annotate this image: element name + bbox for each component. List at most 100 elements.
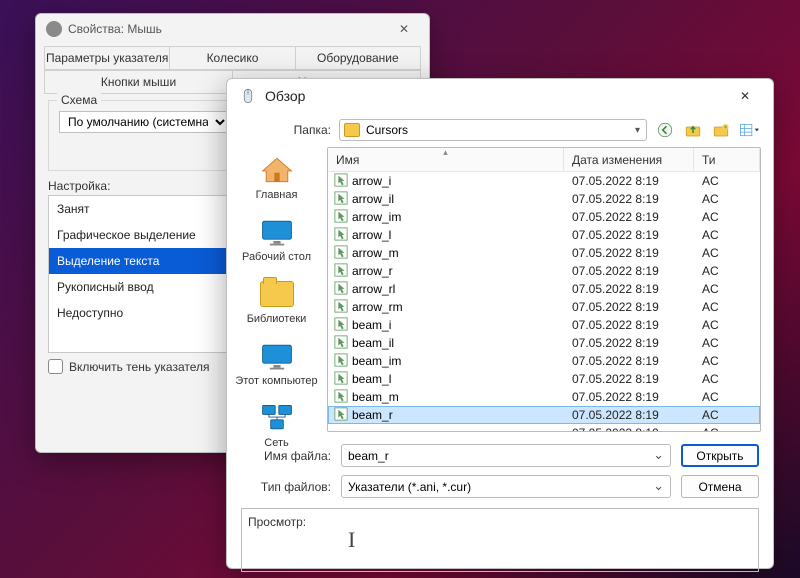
file-row[interactable]: beam_i07.05.2022 8:19AC [328,316,760,334]
file-date: 07.05.2022 8:19 [564,210,694,224]
up-folder-icon[interactable] [683,120,703,140]
file-date: 07.05.2022 8:19 [564,390,694,404]
cursor-file-icon [334,317,348,334]
scheme-group-label: Схема [57,93,101,107]
file-row[interactable]: arrow_m07.05.2022 8:19AC [328,244,760,262]
tab-buttons[interactable]: Кнопки мыши [44,70,233,94]
cursor-file-icon [334,263,348,280]
back-icon[interactable] [655,120,675,140]
file-type: AC [694,354,760,368]
titlebar[interactable]: Свойства: Мышь ✕ [36,14,429,44]
file-type: AC [694,210,760,224]
mouse-icon [239,87,257,105]
ibeam-cursor-icon: I [348,527,355,553]
cursor-file-icon [334,335,348,352]
filetype-select[interactable]: Указатели (*.ani, *.cur) [341,475,671,498]
file-row[interactable]: beam_m 07.05.2022 8:19AC [328,388,760,406]
file-date: 07.05.2022 8:19 [564,174,694,188]
file-name: beam_im [352,354,401,368]
file-name: arrow_i [352,174,391,188]
tab-wheel[interactable]: Колесико [169,46,295,70]
file-row[interactable]: arrow_il07.05.2022 8:19AC [328,190,760,208]
cursor-file-icon [334,245,348,262]
dialog-title: Обзор [265,88,723,104]
shadow-checkbox-label: Включить тень указателя [69,360,210,374]
file-date: 07.05.2022 8:19 [564,282,694,296]
file-type: AC [694,408,760,422]
file-name: beam_m [352,390,399,404]
folder-label: Папка: [241,123,331,137]
folder-value: Cursors [366,123,408,137]
place-home[interactable]: Главная [227,149,326,211]
new-folder-icon[interactable] [711,120,731,140]
file-type: AC [694,336,760,350]
filename-input[interactable]: beam_r [341,444,671,467]
scheme-select[interactable]: По умолчанию (системная) [59,111,229,133]
file-date: 07.05.2022 8:19 [564,408,694,422]
sort-asc-icon: ▴ [443,147,448,158]
preview-area: Просмотр: I [241,508,759,572]
file-row[interactable]: beam_im07.05.2022 8:19AC [328,352,760,370]
file-row[interactable]: arrow_l07.05.2022 8:19AC [328,226,760,244]
file-type: AC [694,282,760,296]
file-open-dialog: Обзор ✕ Папка: Cursors Главная [226,78,774,569]
view-menu-icon[interactable] [739,120,759,140]
cursor-file-icon [334,299,348,316]
file-name: arrow_l [352,228,391,242]
file-type: AC [694,192,760,206]
file-name: beam_il [352,336,394,350]
file-name: arrow_r [352,264,393,278]
cursor-file-icon [334,173,348,190]
folder-icon [344,123,360,137]
cursor-file-icon [334,407,348,424]
file-type: AC [694,246,760,260]
file-row[interactable]: arrow_rl 07.05.2022 8:19AC [328,280,760,298]
tab-pointer-options[interactable]: Параметры указателя [44,46,170,70]
tab-hardware[interactable]: Оборудование [295,46,421,70]
file-date: 07.05.2022 8:19 [564,372,694,386]
file-type: AC [694,390,760,404]
place-desktop[interactable]: Рабочий стол [227,211,326,273]
file-listview[interactable]: Имя ▴ Дата изменения Ти arrow_i 07.05.202… [327,147,761,432]
file-date: 07.05.2022 8:19 [564,300,694,314]
file-row[interactable]: beam_r 07.05.2022 8:19AC [328,406,760,424]
file-row[interactable]: beam_il07.05.2022 8:19AC [328,334,760,352]
open-button[interactable]: Открыть [681,444,759,467]
header-type[interactable]: Ти [694,148,760,171]
file-type: AC [694,228,760,242]
file-row[interactable]: beam_l 07.05.2022 8:19AC [328,370,760,388]
filename-label: Имя файла: [241,449,331,463]
header-name[interactable]: Имя ▴ [328,148,564,171]
file-row[interactable]: arrow_r07.05.2022 8:19AC [328,262,760,280]
file-row[interactable]: arrow_i 07.05.2022 8:19AC [328,172,760,190]
close-icon[interactable]: ✕ [723,81,767,111]
file-type: AC [694,318,760,332]
cursor-file-icon [334,281,348,298]
file-name: arrow_rm [352,300,403,314]
listview-header[interactable]: Имя ▴ Дата изменения Ти [328,148,760,172]
folder-icon [260,281,294,307]
close-icon[interactable]: ✕ [385,18,423,40]
file-type: AC [694,372,760,386]
cursor-file-icon [334,191,348,208]
file-date: 07.05.2022 8:19 [564,192,694,206]
cursor-file-icon [334,371,348,388]
cursor-file-icon [334,389,348,406]
folder-combobox[interactable]: Cursors [339,119,647,141]
file-row[interactable]: 07.05.2022 8:19AC [328,424,760,431]
file-name: beam_l [352,372,391,386]
shadow-checkbox[interactable] [48,359,63,374]
file-name: beam_i [352,318,391,332]
file-row[interactable]: arrow_im07.05.2022 8:19AC [328,208,760,226]
header-date[interactable]: Дата изменения [564,148,694,171]
file-type: AC [694,174,760,188]
file-row[interactable]: arrow_rm07.05.2022 8:19AC [328,298,760,316]
file-name: arrow_rl [352,282,395,296]
file-name: beam_r [352,408,393,422]
window-title: Свойства: Мышь [68,22,385,36]
place-this-pc[interactable]: Этот компьютер [227,335,326,397]
place-libraries[interactable]: Библиотеки [227,273,326,335]
cancel-button[interactable]: Отмена [681,475,759,498]
places-bar: Главная Рабочий стол Библиотеки Этот ком… [227,147,327,432]
titlebar[interactable]: Обзор ✕ [227,79,773,113]
